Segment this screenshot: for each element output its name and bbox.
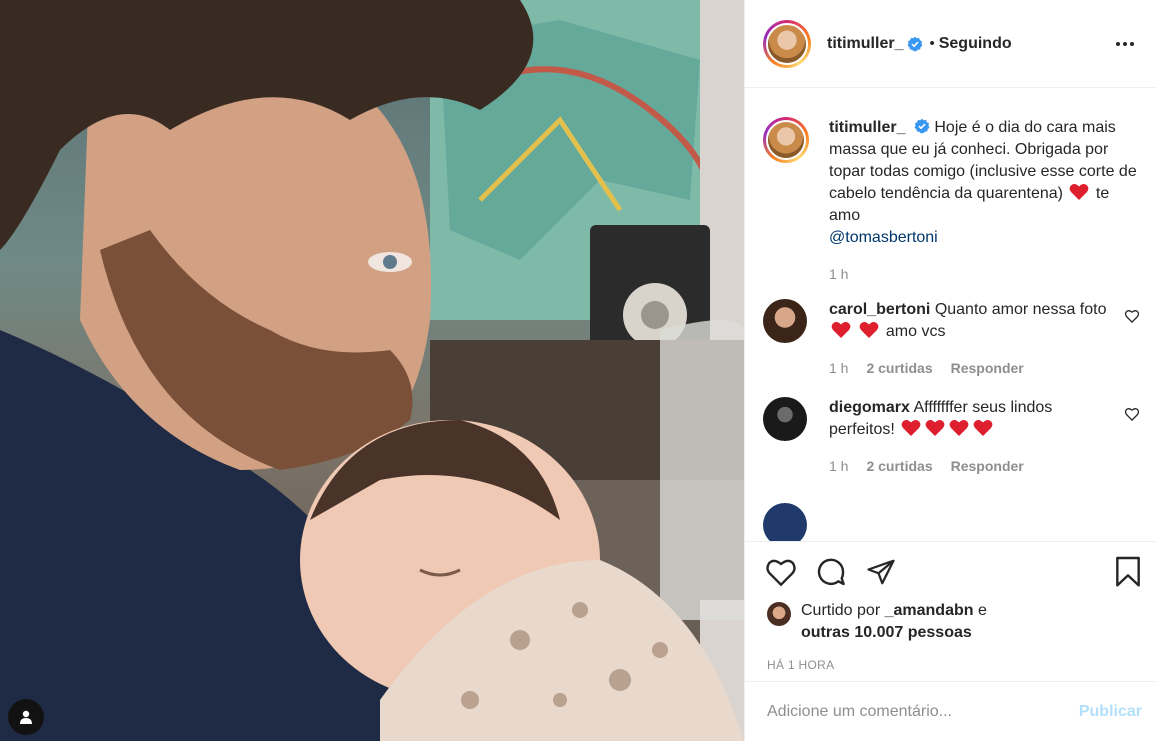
comment-username[interactable]: diegomarx — [829, 399, 910, 416]
user-tag-icon — [20, 710, 32, 724]
comment-like-button[interactable] — [1124, 309, 1140, 323]
comment-input[interactable] — [767, 702, 1079, 721]
commenter-avatar[interactable] — [763, 503, 807, 541]
verified-badge-icon — [908, 36, 923, 51]
caption-mention-link[interactable]: @tomasbertoni — [829, 229, 938, 246]
share-icon[interactable] — [865, 557, 897, 587]
caption-username[interactable]: titimuller_ — [829, 119, 905, 136]
comment-icon[interactable] — [815, 556, 847, 588]
verified-badge-icon — [914, 118, 930, 134]
comment-time[interactable]: 1 h — [829, 455, 848, 477]
liked-by-prefix: Curtido por — [801, 602, 881, 619]
caption-time[interactable]: 1 h — [829, 263, 848, 285]
more-options-button[interactable] — [1110, 36, 1140, 52]
red-heart-emoji-icon — [925, 420, 945, 436]
add-comment-bar: Publicar — [745, 681, 1156, 741]
comment-text-end: amo vcs — [885, 323, 946, 340]
liker-avatar[interactable] — [767, 602, 791, 626]
comment-time[interactable]: 1 h — [829, 357, 848, 379]
comment-text: Quanto amor nessa foto — [934, 301, 1107, 318]
author-username[interactable]: titimuller_ — [827, 35, 903, 53]
red-heart-emoji-icon — [1070, 184, 1089, 200]
caption-author-avatar[interactable] — [763, 117, 809, 163]
bookmark-icon[interactable] — [1114, 556, 1142, 588]
commenter-avatar[interactable] — [763, 397, 807, 441]
commenter-avatar[interactable] — [763, 299, 807, 343]
liked-by-conj: e — [977, 602, 987, 619]
red-heart-emoji-icon — [901, 420, 921, 436]
post-photo-illustration — [0, 0, 744, 741]
post-side-panel: titimuller_ • Seguindo titimuller_ Hoje … — [744, 0, 1156, 741]
liked-by-others-link[interactable]: outras 10.007 pessoas — [801, 624, 972, 641]
comment-likes-count[interactable]: 2 curtidas — [866, 357, 932, 379]
red-heart-emoji-icon — [831, 322, 851, 338]
comment-item: diegomarx Afffffffer seus lindos perfeit… — [763, 397, 1140, 477]
heart-icon[interactable] — [765, 557, 797, 587]
more-options-icon — [1116, 41, 1120, 46]
comment-likes-count[interactable]: 2 curtidas — [866, 455, 932, 477]
caption-comment: titimuller_ Hoje é o dia do cara mais ma… — [763, 117, 1140, 285]
user-tag-button[interactable] — [8, 699, 44, 735]
comment-item: carol_bertoni Quanto amor nessa foto amo… — [763, 299, 1140, 379]
post-header: titimuller_ • Seguindo — [745, 0, 1156, 88]
publish-button[interactable]: Publicar — [1079, 703, 1142, 721]
comment-item-partial — [763, 503, 1140, 541]
red-heart-emoji-icon — [949, 420, 969, 436]
following-button[interactable]: Seguindo — [939, 35, 1012, 53]
comment-reply-button[interactable]: Responder — [951, 455, 1024, 477]
post-actions: Curtido por _amandabn e outras 10.007 pe… — [745, 541, 1156, 681]
comment-reply-button[interactable]: Responder — [951, 357, 1024, 379]
author-avatar[interactable] — [763, 19, 811, 68]
likes-summary: Curtido por _amandabn e outras 10.007 pe… — [745, 588, 1156, 644]
comment-username[interactable]: carol_bertoni — [829, 301, 930, 318]
red-heart-emoji-icon — [860, 322, 879, 338]
comments-list[interactable]: titimuller_ Hoje é o dia do cara mais ma… — [745, 89, 1156, 541]
post-timestamp[interactable]: HÁ 1 HORA — [745, 644, 1156, 672]
comment-like-button[interactable] — [1124, 407, 1140, 421]
header-separator: • — [929, 35, 935, 52]
red-heart-emoji-icon — [973, 420, 993, 436]
post-photo[interactable] — [0, 0, 744, 741]
liked-by-user-link[interactable]: _amandabn — [885, 602, 974, 619]
